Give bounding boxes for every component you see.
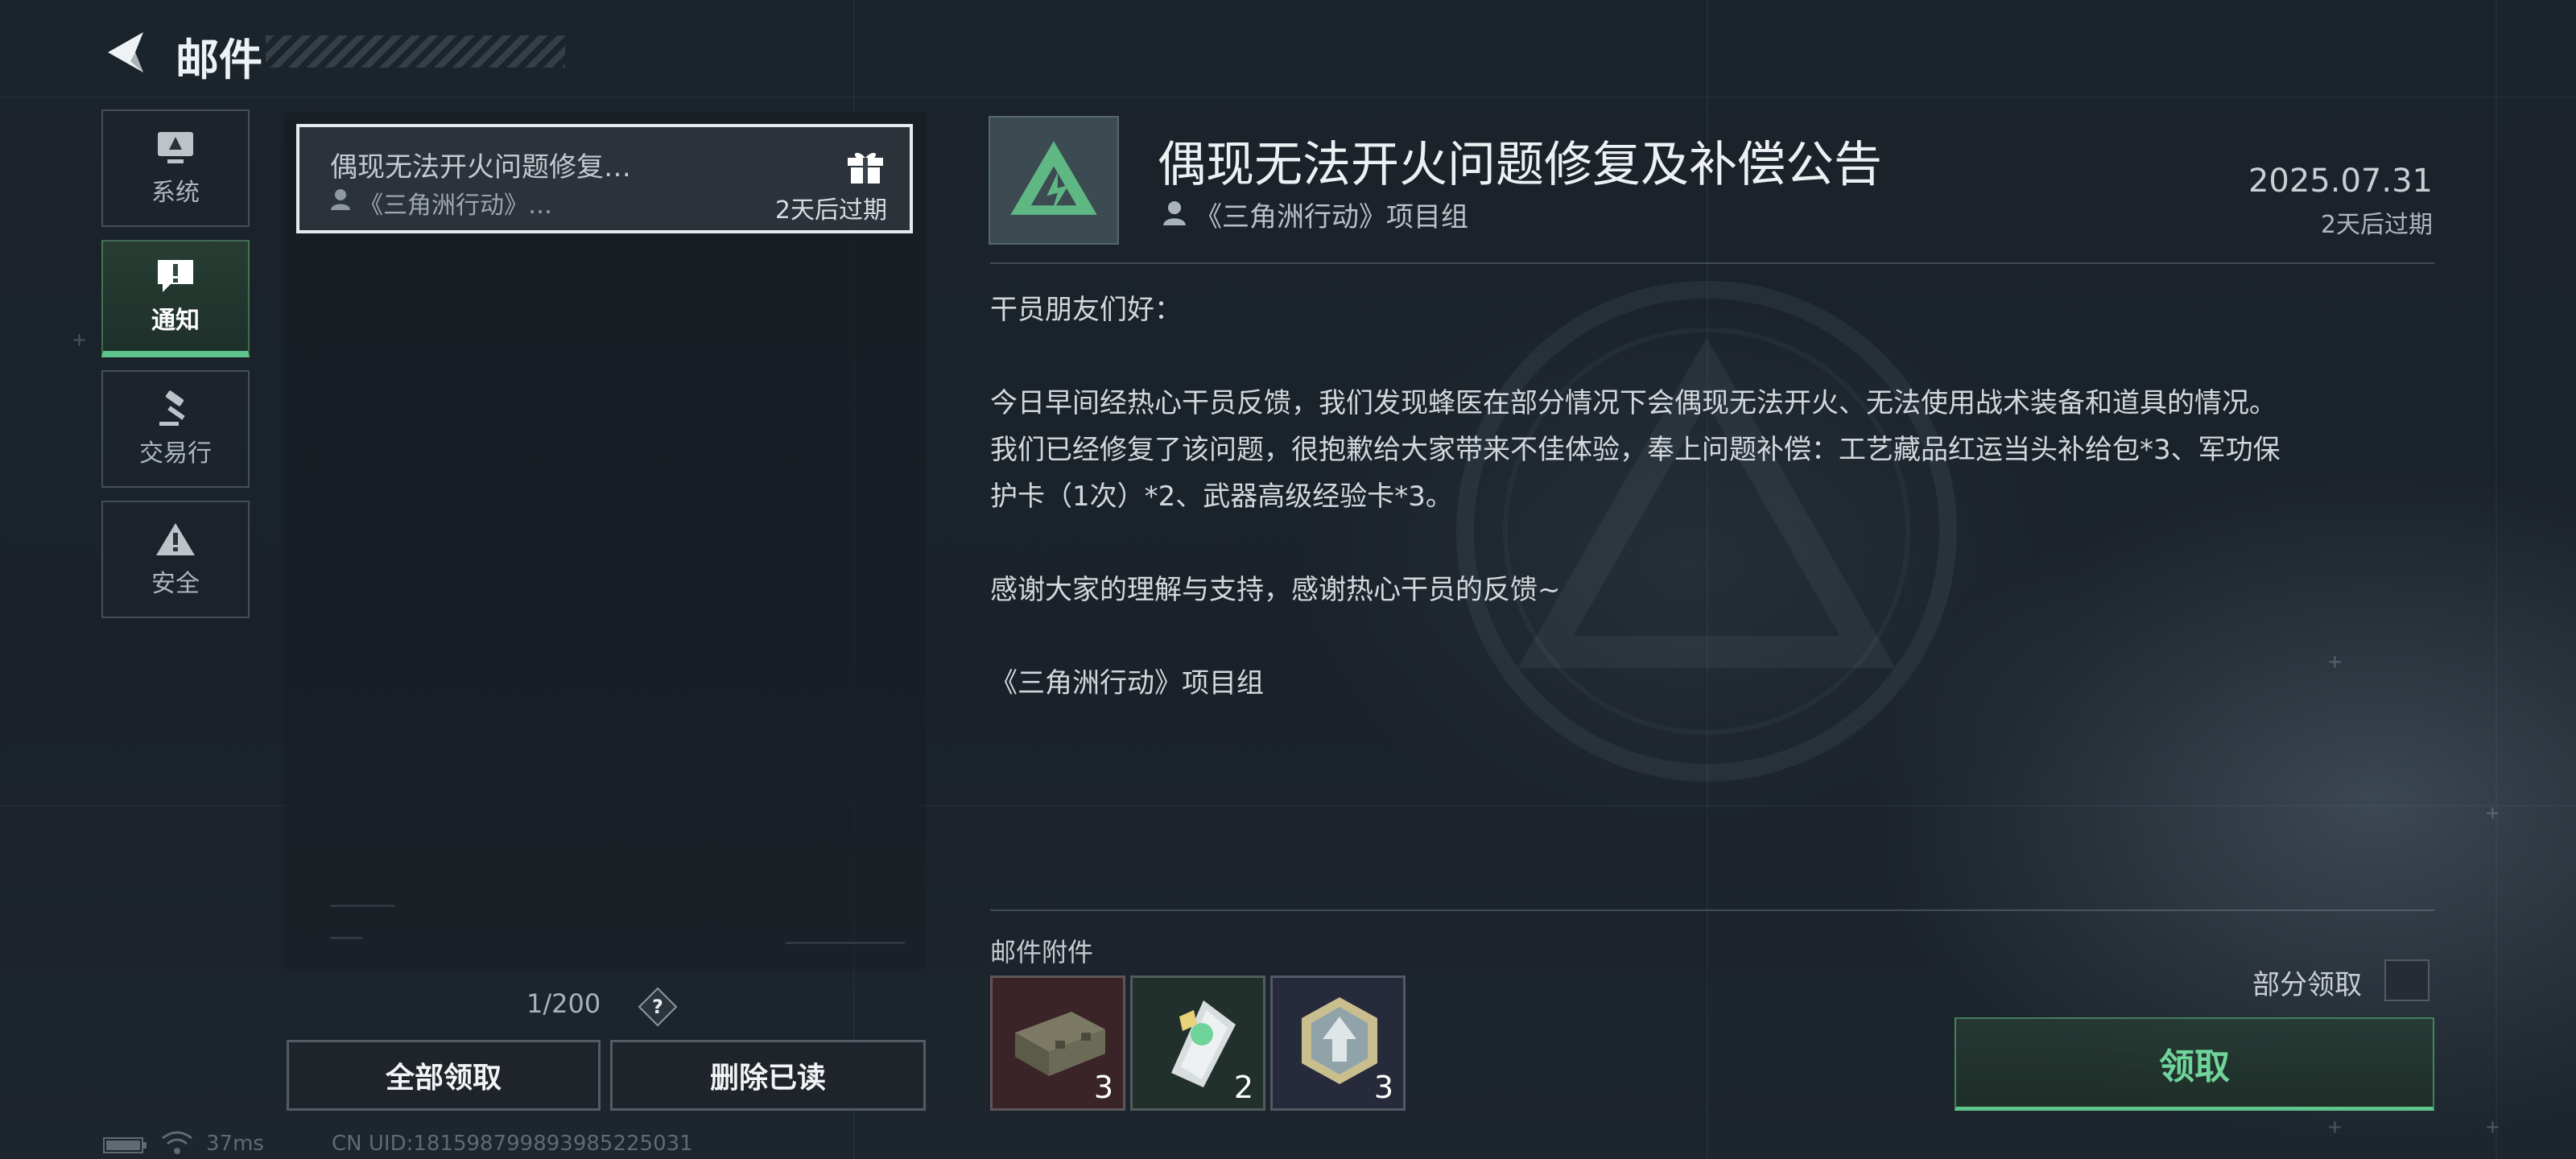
- monitor-icon: [158, 132, 193, 163]
- nav-item-label: 系统: [151, 179, 200, 207]
- delete-read-button[interactable]: 删除已读: [610, 1040, 926, 1111]
- mail-body-paragraph: 今日早间经热心干员反馈，我们发现蜂医在部分情况下会偶现无法开火、无法使用战术装备…: [990, 387, 2277, 419]
- mail-item-title: 偶现无法开火问题修复…: [330, 151, 631, 184]
- nav-item-trading[interactable]: 交易行: [101, 370, 250, 488]
- decor-line: [786, 942, 905, 944]
- nav-item-label: 安全: [151, 570, 200, 598]
- warning-icon: [156, 523, 195, 555]
- claim-all-button[interactable]: 全部领取: [287, 1040, 601, 1111]
- decor-line: [330, 937, 362, 939]
- battery-icon: [103, 1137, 147, 1153]
- mail-body-signature: 《三角洲行动》项目组: [990, 667, 1264, 699]
- emblem-watermark-icon: [1456, 281, 1957, 782]
- attachments-label: 邮件附件: [990, 937, 1094, 967]
- nav-item-security[interactable]: 安全: [101, 501, 250, 618]
- grid-line: [2496, 0, 2497, 1159]
- mail-expire: 2天后过期: [2320, 211, 2433, 239]
- mail-list-panel: [283, 113, 926, 969]
- plus-marker: +: [2486, 1113, 2500, 1140]
- ping-value: 37ms: [206, 1132, 264, 1156]
- partial-claim-label: 部分领取: [2252, 969, 2362, 1001]
- divider: [990, 909, 2434, 911]
- delta-logo-icon: [1010, 141, 1097, 215]
- gift-icon: [848, 152, 883, 184]
- back-arrow-icon[interactable]: [103, 29, 148, 76]
- attachment-item[interactable]: 2: [1130, 975, 1265, 1111]
- mail-body-paragraph: 我们已经修复了该问题，很抱歉给大家带来不佳体验，奉上问题补偿：工艺藏品红运当头补…: [990, 434, 2281, 466]
- attachment-item[interactable]: 3: [990, 975, 1125, 1111]
- nav-item-notice[interactable]: 通知: [101, 240, 250, 357]
- mail-item-expire: 2天后过期: [774, 196, 887, 225]
- mail-body-greeting: 干员朋友们好：: [990, 294, 1182, 326]
- mail-item-sender: 《三角洲行动》…: [359, 192, 552, 220]
- nav-item-system[interactable]: 系统: [101, 109, 250, 227]
- svg-text:?: ?: [652, 996, 663, 1018]
- mail-body-paragraph: 感谢大家的理解与支持，感谢热心干员的反馈~: [990, 574, 1561, 606]
- nav-item-label: 交易行: [139, 439, 212, 468]
- page-title: 邮件: [175, 35, 262, 85]
- plus-marker: +: [72, 326, 86, 353]
- mail-title: 偶现无法开火问题修复及补偿公告: [1158, 137, 1882, 193]
- nav-item-label: 通知: [151, 307, 200, 335]
- decor-line: [330, 905, 394, 907]
- attachment-count: 2: [1233, 1070, 1253, 1105]
- mail-sender: 《三角洲行动》项目组: [1195, 201, 1468, 233]
- mail-body-paragraph: 护卡（1次）*2、武器高级经验卡*3。: [990, 481, 1453, 513]
- sender-logo: [989, 116, 1119, 245]
- attachment-item[interactable]: 3: [1270, 975, 1406, 1111]
- plus-marker: +: [2486, 799, 2500, 826]
- page-counter: 1/200: [526, 988, 601, 1019]
- uid-text: CN UID:18159879989398522503​1: [332, 1132, 693, 1156]
- person-icon: [331, 189, 350, 210]
- attachment-count: 3: [1093, 1070, 1113, 1105]
- exclamation-icon: [158, 260, 193, 292]
- gavel-icon: [159, 390, 185, 426]
- mail-list-item[interactable]: 偶现无法开火问题修复… 《三角洲行动》… 2天后过期: [296, 124, 913, 233]
- divider: [990, 262, 2434, 264]
- person-icon: [1163, 201, 1186, 225]
- partial-claim-checkbox[interactable]: [2384, 959, 2429, 1001]
- wifi-icon: [162, 1131, 192, 1154]
- plus-marker: +: [2328, 1113, 2342, 1140]
- grid-line: [0, 97, 2576, 98]
- attachment-count: 3: [1373, 1070, 1393, 1105]
- mail-date: 2025.07.31: [2248, 163, 2433, 200]
- header-stripe: [266, 35, 565, 68]
- claim-button[interactable]: 领取: [1955, 1017, 2434, 1111]
- help-icon[interactable]: ?: [638, 987, 678, 1027]
